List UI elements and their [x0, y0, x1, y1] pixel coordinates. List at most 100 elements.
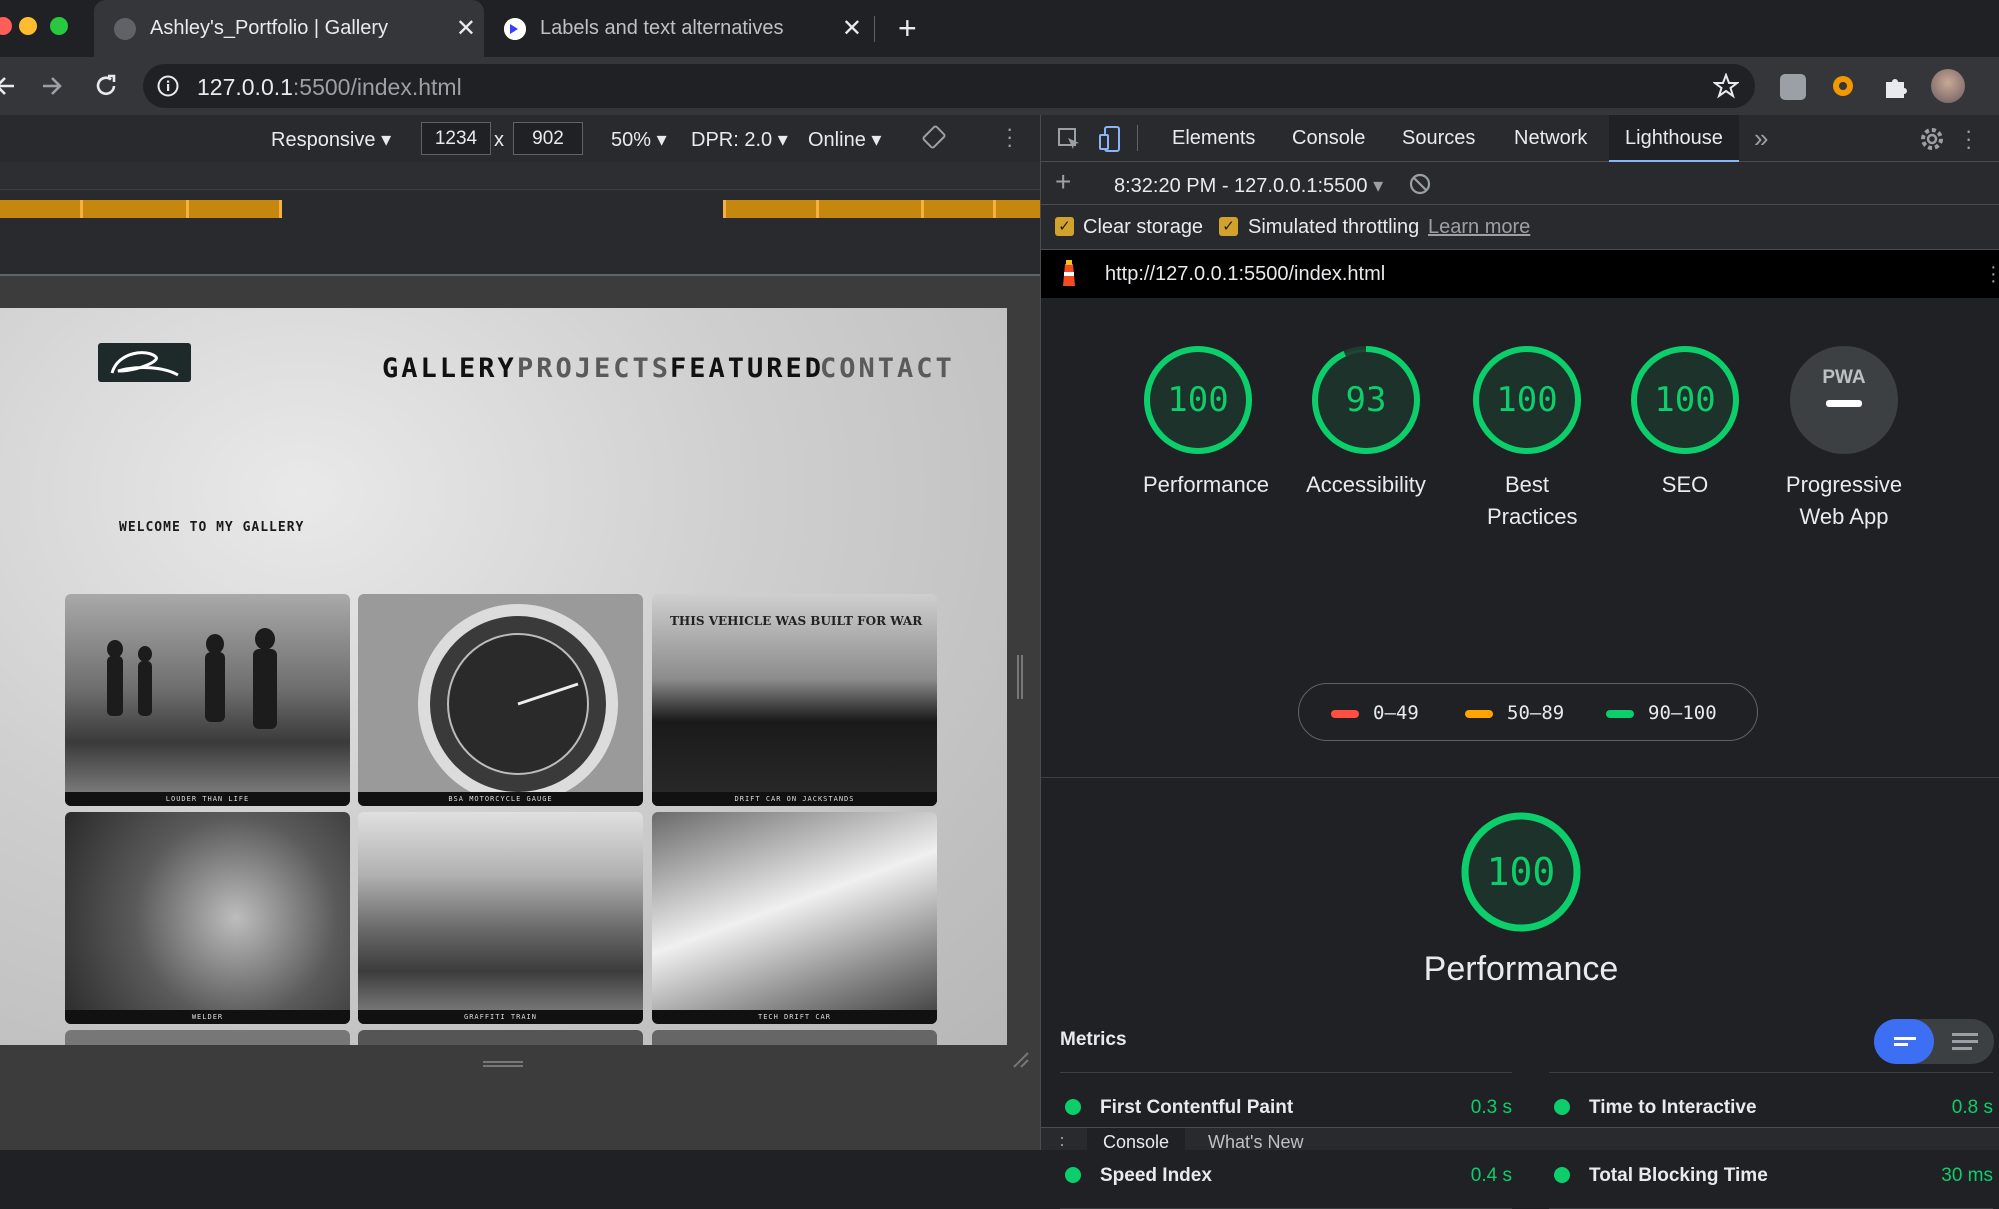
device-toggle-icon[interactable]	[1099, 125, 1121, 153]
drawer-menu-icon[interactable]: · ·	[1059, 1128, 1065, 1153]
media-query-range-left[interactable]	[0, 200, 282, 218]
best-practices-score: 100	[1496, 380, 1557, 420]
back-icon[interactable]	[0, 74, 16, 98]
report-selector[interactable]: 8:32:20 PM - 127.0.0.1:5500 ▾	[1114, 173, 1383, 198]
lighthouse-options: ✓ Clear storage ✓ Simulated throttling L…	[1041, 205, 1999, 250]
legend-pass: 90–100	[1606, 702, 1717, 724]
media-query-tick	[80, 200, 83, 218]
legend-fail: 0–49	[1331, 702, 1419, 724]
gallery-photo[interactable]: GRAFFITI TRAIN	[358, 812, 643, 1024]
nav-projects[interactable]: PROJECTS	[517, 353, 671, 384]
address-bar[interactable]: 127.0.0.1:5500/index.html	[143, 64, 1755, 108]
media-query-tick	[279, 200, 282, 218]
learn-more-link[interactable]: Learn more	[1428, 216, 1530, 239]
nav-featured[interactable]: FEATURED	[670, 353, 824, 384]
tab-sources[interactable]: Sources	[1402, 127, 1475, 150]
gallery-photo[interactable]: TECH DRIFT CAR	[652, 812, 937, 1024]
pass-indicator-icon	[1554, 1099, 1570, 1115]
toggle-summary-view-icon[interactable]	[1874, 1019, 1934, 1064]
gallery-heading: WELCOME TO MY GALLERY	[119, 520, 305, 535]
gallery-photo[interactable]: LOUDER THAN LIFE	[65, 594, 350, 806]
toggle-expanded-view-icon[interactable]	[1934, 1019, 1994, 1064]
extension-icon-a[interactable]	[1780, 74, 1806, 100]
report-menu-icon[interactable]: · · ·	[1990, 257, 1997, 291]
photo-caption: GRAFFITI TRAIN	[358, 1010, 643, 1024]
url-text[interactable]: 127.0.0.1:5500/index.html	[197, 74, 462, 101]
media-query-tick	[993, 200, 996, 218]
inspect-element-icon[interactable]	[1057, 127, 1081, 151]
nav-gallery[interactable]: GALLERY	[382, 353, 517, 384]
gauge-performance[interactable]: 100 Performance	[1143, 345, 1269, 501]
section-divider	[1041, 777, 1999, 778]
browser-tab-labels[interactable]: Labels and text alternatives ✕	[490, 0, 870, 57]
tab-console[interactable]: Console	[1292, 127, 1365, 150]
gallery-photo[interactable]: THIS VEHICLE WAS BUILT FOR WAR DRIFT CAR…	[652, 594, 937, 806]
gauge-seo[interactable]: 100 SEO	[1630, 345, 1740, 501]
forward-icon[interactable]	[40, 74, 64, 98]
gallery-photo-partial[interactable]	[358, 1030, 643, 1045]
close-tab-icon[interactable]: ✕	[842, 14, 862, 43]
clear-reports-icon[interactable]	[1408, 172, 1432, 196]
viewport-width-input[interactable]: 1234	[421, 122, 491, 155]
performance-gauge-ring: 100	[1144, 346, 1252, 454]
gauge-best-practices[interactable]: 100 Best Practices	[1472, 345, 1582, 533]
lighthouse-url-bar: http://127.0.0.1:5500/index.html · · ·	[1041, 250, 1999, 298]
site-logo[interactable]	[98, 343, 191, 382]
viewport-resize-handle-right[interactable]	[1017, 655, 1023, 699]
new-report-button[interactable]: +	[1055, 166, 1071, 198]
browser-tab-gallery[interactable]: Ashley's_Portfolio | Gallery ✕	[94, 0, 484, 57]
pass-indicator-icon	[1065, 1099, 1081, 1115]
accessibility-score: 93	[1346, 380, 1387, 420]
viewport-resize-corner-icon[interactable]	[1012, 1051, 1030, 1069]
settings-gear-icon[interactable]	[1919, 126, 1945, 152]
devtools-menu-icon[interactable]: · · ·	[1965, 120, 1972, 158]
simulated-throttling-checkbox[interactable]: ✓	[1219, 217, 1238, 236]
metric-name: Speed Index	[1100, 1165, 1212, 1186]
lighthouse-report: 100 Performance 93 Accessibility 100 Bes…	[1041, 298, 1999, 1209]
viewport-resize-handle-bottom[interactable]	[483, 1061, 523, 1067]
tab-lighthouse[interactable]: Lighthouse	[1609, 115, 1739, 162]
device-toolbar-more-icon[interactable]: · · ·	[1006, 118, 1013, 156]
seo-gauge-ring: 100	[1631, 346, 1739, 454]
viewport-height-input[interactable]: 902	[513, 122, 583, 155]
big-performance-score: 100	[1486, 850, 1555, 894]
close-tab-icon[interactable]: ✕	[456, 14, 476, 43]
metric-value: 30 ms	[1941, 1165, 1993, 1186]
report-url[interactable]: http://127.0.0.1:5500/index.html	[1105, 263, 1385, 286]
gallery-photo[interactable]: BSA MOTORCYCLE GAUGE	[358, 594, 643, 806]
pwa-badge-icon: PWA	[1790, 346, 1898, 454]
performance-section: 100	[1448, 811, 1593, 933]
gallery-photo-partial[interactable]	[65, 1030, 350, 1045]
dpr-select[interactable]: DPR: 2.0 ▾	[691, 127, 788, 152]
extensions-puzzle-icon[interactable]	[1882, 72, 1910, 100]
performance-title: Performance	[1423, 950, 1619, 988]
photo-gauge	[418, 604, 618, 804]
nav-contact[interactable]: CONTACT	[820, 353, 955, 384]
gallery-photo-partial[interactable]	[652, 1030, 937, 1045]
device-mode-select[interactable]: Responsive ▾	[271, 127, 391, 152]
bookmark-star-icon[interactable]	[1713, 73, 1739, 99]
network-throttle-select[interactable]: Online ▾	[808, 127, 881, 152]
more-tabs-icon[interactable]: »	[1754, 123, 1768, 154]
gauge-pwa[interactable]: PWA Progressive Web App	[1771, 345, 1917, 533]
profile-avatar[interactable]	[1931, 69, 1965, 103]
seo-score: 100	[1654, 380, 1715, 420]
extension-gear-icon[interactable]	[1829, 72, 1857, 100]
tab-elements[interactable]: Elements	[1172, 127, 1255, 150]
new-tab-button[interactable]: +	[898, 10, 917, 47]
site-info-icon[interactable]	[157, 75, 179, 97]
zoom-select[interactable]: 50% ▾	[611, 127, 667, 152]
clear-storage-checkbox[interactable]: ✓	[1055, 217, 1074, 236]
gauge-accessibility[interactable]: 93 Accessibility	[1301, 345, 1431, 501]
drawer-tab-console[interactable]: Console	[1087, 1128, 1186, 1152]
gallery-photo[interactable]: WELDER	[65, 812, 350, 1024]
tab-network[interactable]: Network	[1514, 127, 1587, 150]
window-minimize-button[interactable]	[19, 17, 37, 35]
window-zoom-button[interactable]	[50, 17, 68, 35]
rotate-icon[interactable]	[922, 125, 946, 149]
window-close-button[interactable]	[0, 17, 12, 35]
metrics-view-toggle[interactable]	[1874, 1019, 1994, 1064]
device-viewport-bottom	[0, 1045, 1040, 1150]
reload-icon[interactable]	[93, 73, 119, 99]
media-query-bar	[0, 162, 1040, 276]
